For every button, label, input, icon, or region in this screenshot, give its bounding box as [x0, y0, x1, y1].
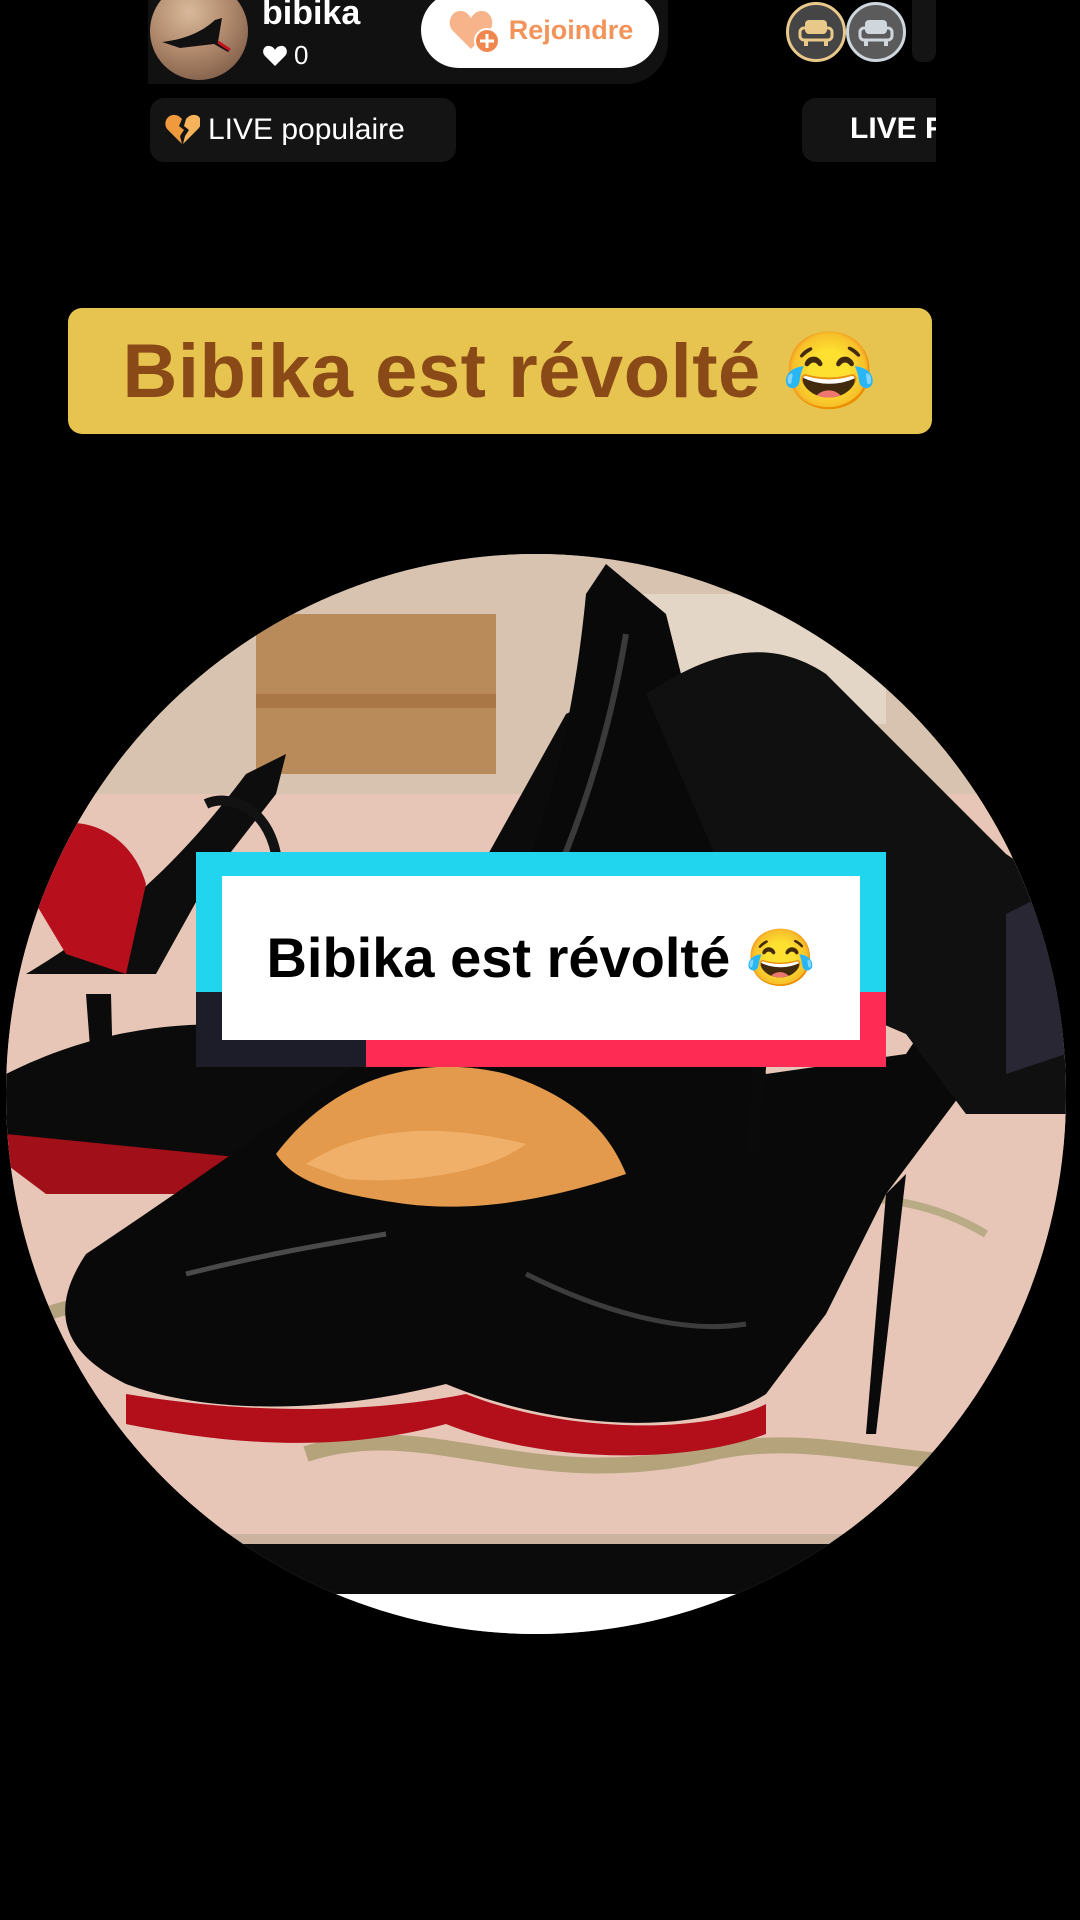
streamer-username[interactable]: bibika [262, 0, 360, 33]
live-right-label: LIVE F [850, 112, 936, 145]
viewer-avatar-gold[interactable] [786, 2, 846, 62]
join-button[interactable]: Rejoindre [421, 0, 659, 68]
likes-counter: 0 [262, 40, 308, 71]
headline-text: Bibika est révolté 😂 [122, 329, 878, 414]
broken-heart-icon [165, 114, 200, 144]
header-edge [912, 0, 936, 62]
high-heels-image [6, 554, 1066, 1634]
join-label: Rejoindre [508, 14, 634, 45]
shoe-thumbnail-icon [162, 18, 231, 52]
viewer-avatar-silver[interactable] [846, 2, 906, 62]
caption-white-panel: Bibika est révolté 😂 [222, 876, 860, 1040]
shoe-photo [6, 554, 1066, 1634]
heart-plus-icon [449, 10, 500, 54]
center-caption: Bibika est révolté 😂 [196, 852, 886, 1067]
headline-banner: Bibika est révolté 😂 [68, 308, 932, 434]
center-caption-text: Bibika est révolté 😂 [266, 926, 816, 989]
live-tag-right[interactable]: LIVE F [802, 98, 936, 162]
likes-count: 0 [294, 40, 309, 70]
sofa-icon [858, 20, 894, 46]
heart-icon [263, 45, 287, 66]
sofa-icon [798, 20, 834, 46]
live-popular-tag[interactable]: LIVE populaire [150, 98, 456, 162]
live-popular-label: LIVE populaire [208, 113, 405, 146]
